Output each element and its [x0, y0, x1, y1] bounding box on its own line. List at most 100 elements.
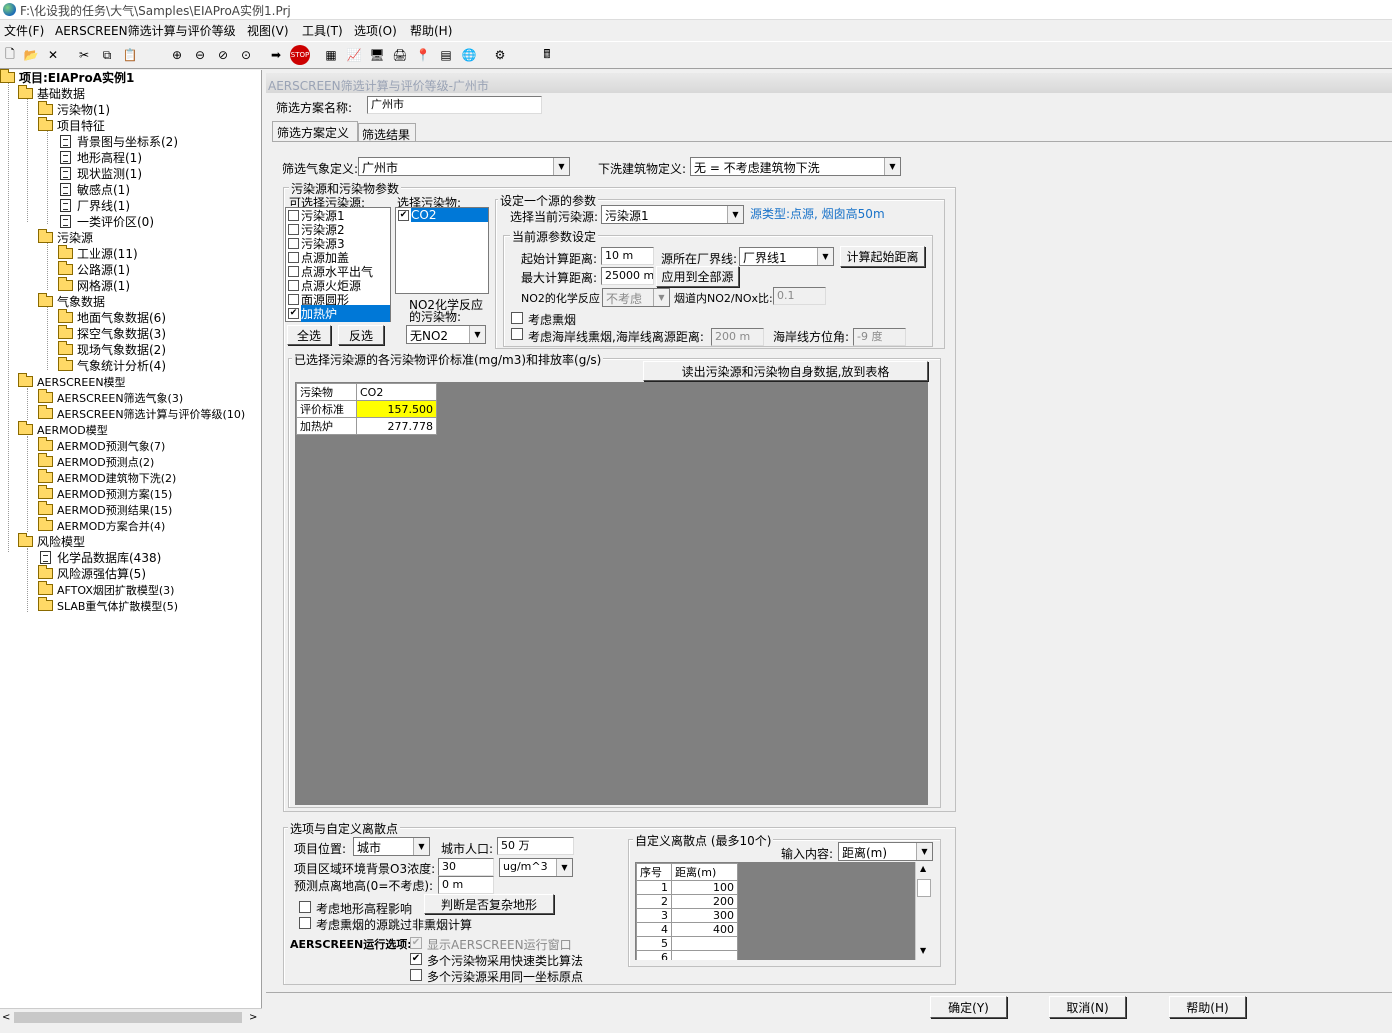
pts-vertical-scrollbar[interactable]: ▲ ▼: [915, 862, 932, 960]
boundary-select[interactable]: 厂界线1 ▼: [739, 247, 834, 266]
custom-points-grid[interactable]: 序号 距离(m) 1 100 2 200 3 300 4 400 5 6 ▲ ▼: [635, 862, 932, 960]
tree-aermod-result[interactable]: AERMOD预测结果(15): [38, 501, 172, 517]
tree-aermod-met[interactable]: AERMOD预测气象(7): [38, 437, 165, 453]
start-dist-input[interactable]: 10 m: [601, 247, 654, 265]
menu-view[interactable]: 视图(V): [247, 22, 289, 39]
help-button[interactable]: 帮助(H): [1169, 996, 1246, 1018]
tree-proj-feature[interactable]: 项目特征: [38, 117, 105, 133]
menu-tools[interactable]: 工具(T): [302, 22, 343, 39]
cancel-button[interactable]: 取消(N): [1049, 996, 1126, 1018]
read-data-button[interactable]: 读出污染源和污染物自身数据,放到表格: [643, 361, 928, 381]
tree-horizontal-scrollbar[interactable]: < >: [0, 1008, 262, 1025]
cut-icon[interactable]: ✂: [74, 45, 94, 65]
zoom-window-icon[interactable]: ⊙: [236, 45, 256, 65]
met-def-select[interactable]: 广州市 ▼: [358, 157, 570, 176]
max-dist-input[interactable]: 25000 m: [601, 267, 654, 285]
scroll-up-icon[interactable]: ▲: [920, 864, 926, 873]
standards-grid[interactable]: 污染物 CO2 评价标准 157.500 加热炉 277.778: [295, 382, 928, 805]
shoreline-checkbox[interactable]: [511, 328, 523, 340]
o3-unit-select[interactable]: ug/m^3 ▼: [499, 858, 573, 877]
checkbox[interactable]: [288, 293, 299, 305]
tree-risk-src[interactable]: 风险源强估算(5): [38, 565, 146, 581]
globe-icon[interactable]: 🌐: [459, 45, 479, 65]
printer-icon[interactable]: 🖨: [390, 45, 410, 65]
pts-row[interactable]: 4 400: [636, 922, 738, 937]
tree-slab[interactable]: SLAB重气体扩散模型(5): [38, 597, 178, 613]
downwash-select[interactable]: 无 = 不考虑建筑物下洗 ▼: [690, 157, 901, 176]
fumigation-checkbox[interactable]: [511, 312, 523, 324]
tree-terrain[interactable]: 地形高程(1): [58, 150, 142, 165]
dem-icon[interactable]: ▤: [436, 45, 456, 65]
tree-risk-model[interactable]: 风险模型: [18, 533, 85, 549]
tree-zone[interactable]: 一类评价区(0): [58, 214, 154, 229]
pts-value[interactable]: 300: [671, 908, 738, 923]
tree-site-met[interactable]: 现场气象数据(2): [58, 341, 166, 357]
monitor-icon[interactable]: 🖥: [367, 45, 387, 65]
shoreline-dist-input[interactable]: 200 m: [711, 328, 764, 346]
tree-upper-met[interactable]: 探空气象数据(3): [58, 325, 166, 341]
checkbox-checked[interactable]: ✔: [288, 307, 299, 319]
plan-name-input[interactable]: 广州市: [367, 96, 542, 114]
shoreline-dir-input[interactable]: -9 度: [853, 328, 906, 346]
pollutant-list[interactable]: ✔ CO2: [395, 207, 489, 294]
open-icon[interactable]: 📂: [21, 45, 41, 65]
pts-row[interactable]: 2 200: [636, 894, 738, 909]
tree-aerscreen-model[interactable]: AERSCREEN模型: [18, 373, 126, 389]
ok-button[interactable]: 确定(Y): [930, 996, 1007, 1018]
no2-chem-select[interactable]: 不考虑 ▼: [602, 288, 670, 307]
pts-value[interactable]: 400: [671, 922, 738, 937]
pollutant-item[interactable]: ✔ CO2: [396, 208, 488, 222]
checkbox[interactable]: [288, 265, 299, 277]
tree-chem-db[interactable]: 化学品数据库(438): [38, 550, 161, 565]
tree-road[interactable]: 公路源(1): [58, 261, 130, 277]
run-arrow-icon[interactable]: ➡: [266, 45, 286, 65]
tree-boundary[interactable]: 厂界线(1): [58, 198, 130, 213]
tree-monitor[interactable]: 现状监测(1): [58, 166, 142, 181]
population-input[interactable]: 50 万: [497, 837, 574, 855]
scroll-thumb[interactable]: [917, 879, 931, 897]
tree-aermod-bldg[interactable]: AERMOD建筑物下洗(2): [38, 469, 176, 485]
calc-start-button[interactable]: 计算起始距离: [840, 246, 925, 267]
map-pin-icon[interactable]: 📍: [413, 45, 433, 65]
checkbox-checked[interactable]: ✔: [398, 209, 409, 221]
checkbox[interactable]: [288, 251, 299, 263]
tree-aermod-pts[interactable]: AERMOD预测点(2): [38, 453, 154, 469]
new-icon[interactable]: 🗋: [0, 45, 20, 65]
height-input[interactable]: 0 m: [438, 876, 494, 894]
tree-met-stats[interactable]: 气象统计分析(4): [58, 357, 166, 373]
scroll-right-icon[interactable]: >: [249, 1012, 257, 1023]
fast-algo-checkbox[interactable]: ✔: [410, 953, 422, 965]
grid-cell-emission[interactable]: 277.778: [356, 417, 437, 435]
grid-cell-standard[interactable]: 157.500: [356, 400, 437, 418]
scroll-left-icon[interactable]: <: [2, 1012, 10, 1023]
pts-row[interactable]: 6: [636, 950, 738, 960]
o3-input[interactable]: 30: [438, 858, 494, 876]
checkbox[interactable]: [288, 223, 299, 235]
complex-terrain-button[interactable]: 判断是否复杂地形: [424, 894, 554, 914]
zoom-fit-icon[interactable]: ⊘: [213, 45, 233, 65]
tree-root[interactable]: 项目:EIAProA实例1: [0, 69, 134, 85]
terrain-checkbox[interactable]: [299, 901, 311, 913]
menu-aerscreen[interactable]: AERSCREEN筛选计算与评价等级: [55, 22, 236, 39]
project-tree[interactable]: 项目:EIAProA实例1 基础数据 污染物(1) 项目特征 背景图与坐标系(2…: [0, 69, 262, 1008]
tree-aermod-merge[interactable]: AERMOD方案合并(4): [38, 517, 165, 533]
tree-sources[interactable]: 污染源: [38, 229, 93, 245]
cur-source-select[interactable]: 污染源1 ▼: [601, 205, 744, 224]
pts-row[interactable]: 3 300: [636, 908, 738, 923]
pts-row[interactable]: 5: [636, 936, 738, 951]
tree-aermod-model[interactable]: AERMOD模型: [18, 421, 108, 437]
no2-pollutant-select[interactable]: 无NO2 ▼: [406, 325, 486, 344]
scroll-thumb[interactable]: [14, 1012, 242, 1023]
paste-icon[interactable]: 📋: [120, 45, 140, 65]
tree-pollutant[interactable]: 污染物(1): [38, 101, 110, 117]
pts-value[interactable]: 200: [671, 894, 738, 909]
tree-aerscreen-met[interactable]: AERSCREEN筛选气象(3): [38, 389, 183, 405]
settings-icon[interactable]: ⚙: [490, 45, 510, 65]
checkbox[interactable]: [288, 209, 299, 221]
menu-options[interactable]: 选项(O): [354, 22, 397, 39]
zoom-out-icon[interactable]: ⊖: [190, 45, 210, 65]
chart-icon[interactable]: 📈: [344, 45, 364, 65]
grid-row-emission[interactable]: 加热炉 277.778: [296, 417, 437, 435]
fumigation-skip-checkbox[interactable]: [299, 917, 311, 929]
pts-row[interactable]: 1 100: [636, 880, 738, 895]
